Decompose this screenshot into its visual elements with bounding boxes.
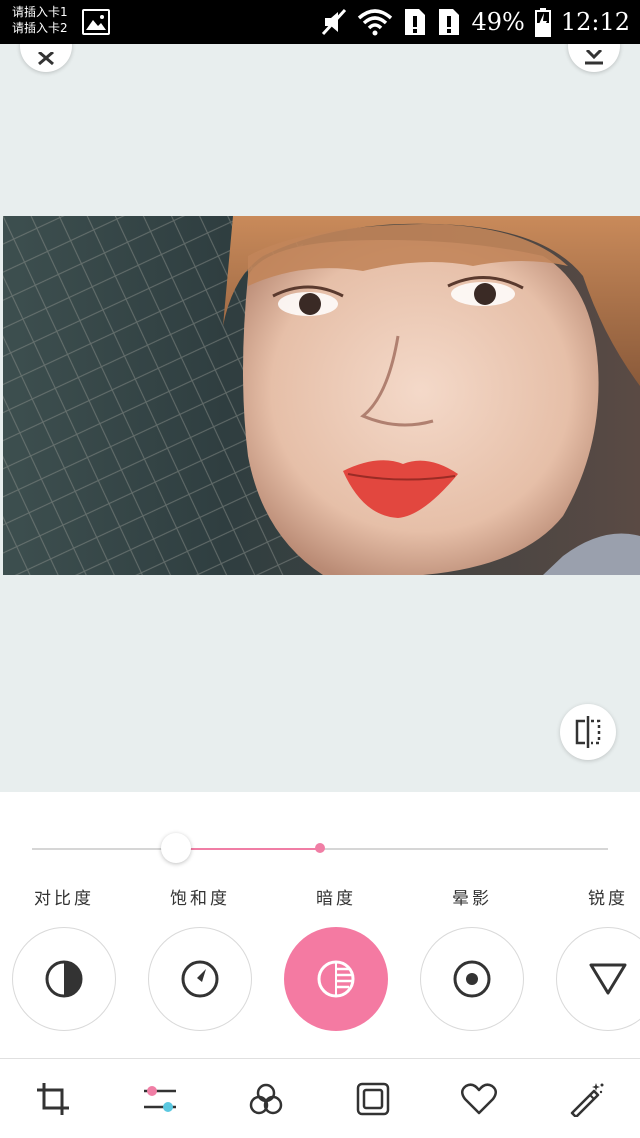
tool-label-contrast: 对比度 — [34, 889, 94, 909]
nav-auto-enhance[interactable] — [566, 1079, 606, 1119]
nav-adjust[interactable] — [140, 1079, 180, 1119]
portrait-photo — [3, 216, 640, 575]
bottom-toolbar — [0, 1059, 640, 1138]
tool-contrast[interactable] — [12, 927, 116, 1031]
shadow-icon — [317, 960, 355, 998]
magic-wand-icon — [570, 1083, 604, 1117]
gallery-notification-icon — [82, 9, 110, 35]
compare-button[interactable] — [560, 704, 616, 760]
nav-crop[interactable] — [33, 1079, 73, 1119]
nav-frame[interactable] — [353, 1079, 393, 1119]
battery-charging-icon — [534, 8, 551, 37]
filters-icon — [249, 1083, 283, 1115]
sim2-alert-icon — [439, 9, 460, 35]
sim1-alert-icon — [405, 9, 426, 35]
battery-percent: 49% — [471, 8, 525, 36]
photo-canvas — [0, 44, 640, 792]
tool-sharpen[interactable] — [556, 927, 640, 1031]
adjust-sliders-icon — [144, 1086, 176, 1112]
nav-filters[interactable] — [246, 1079, 286, 1119]
adjustment-slider[interactable] — [32, 833, 608, 863]
sharpen-triangle-icon — [589, 963, 627, 995]
vignette-icon — [453, 960, 491, 998]
nav-favorite[interactable] — [459, 1079, 499, 1119]
save-button[interactable] — [568, 44, 620, 72]
tool-label-shadow: 暗度 — [316, 889, 356, 909]
tool-label-sharpen: 锐度 — [588, 889, 628, 909]
mute-icon — [322, 8, 347, 36]
edited-photo[interactable] — [3, 216, 640, 575]
compare-icon — [575, 716, 601, 748]
clock: 12:12 — [560, 8, 630, 36]
crop-icon — [37, 1083, 69, 1115]
status-bar: 请插入卡1 请插入卡2 49% 12:12 — [0, 0, 640, 44]
tool-label-saturation: 饱和度 — [170, 889, 230, 909]
slider-fill — [176, 848, 320, 850]
close-icon — [38, 52, 54, 66]
contrast-icon — [45, 960, 83, 998]
tool-shadow[interactable] — [284, 927, 388, 1031]
tool-vignette[interactable] — [420, 927, 524, 1031]
tool-saturation[interactable] — [148, 927, 252, 1031]
close-button[interactable] — [20, 44, 72, 72]
tool-label-vignette: 晕影 — [452, 889, 492, 909]
heart-icon — [461, 1083, 497, 1115]
sim2-text: 请插入卡2 — [12, 21, 68, 35]
slider-center-marker — [315, 843, 325, 853]
saturation-gauge-icon — [181, 960, 219, 998]
download-icon — [585, 50, 603, 65]
frame-icon — [356, 1082, 390, 1116]
wifi-icon — [358, 9, 393, 36]
sim-status: 请插入卡1 请插入卡2 — [12, 4, 68, 36]
slider-knob[interactable] — [161, 833, 191, 863]
sim1-text: 请插入卡1 — [12, 5, 68, 19]
